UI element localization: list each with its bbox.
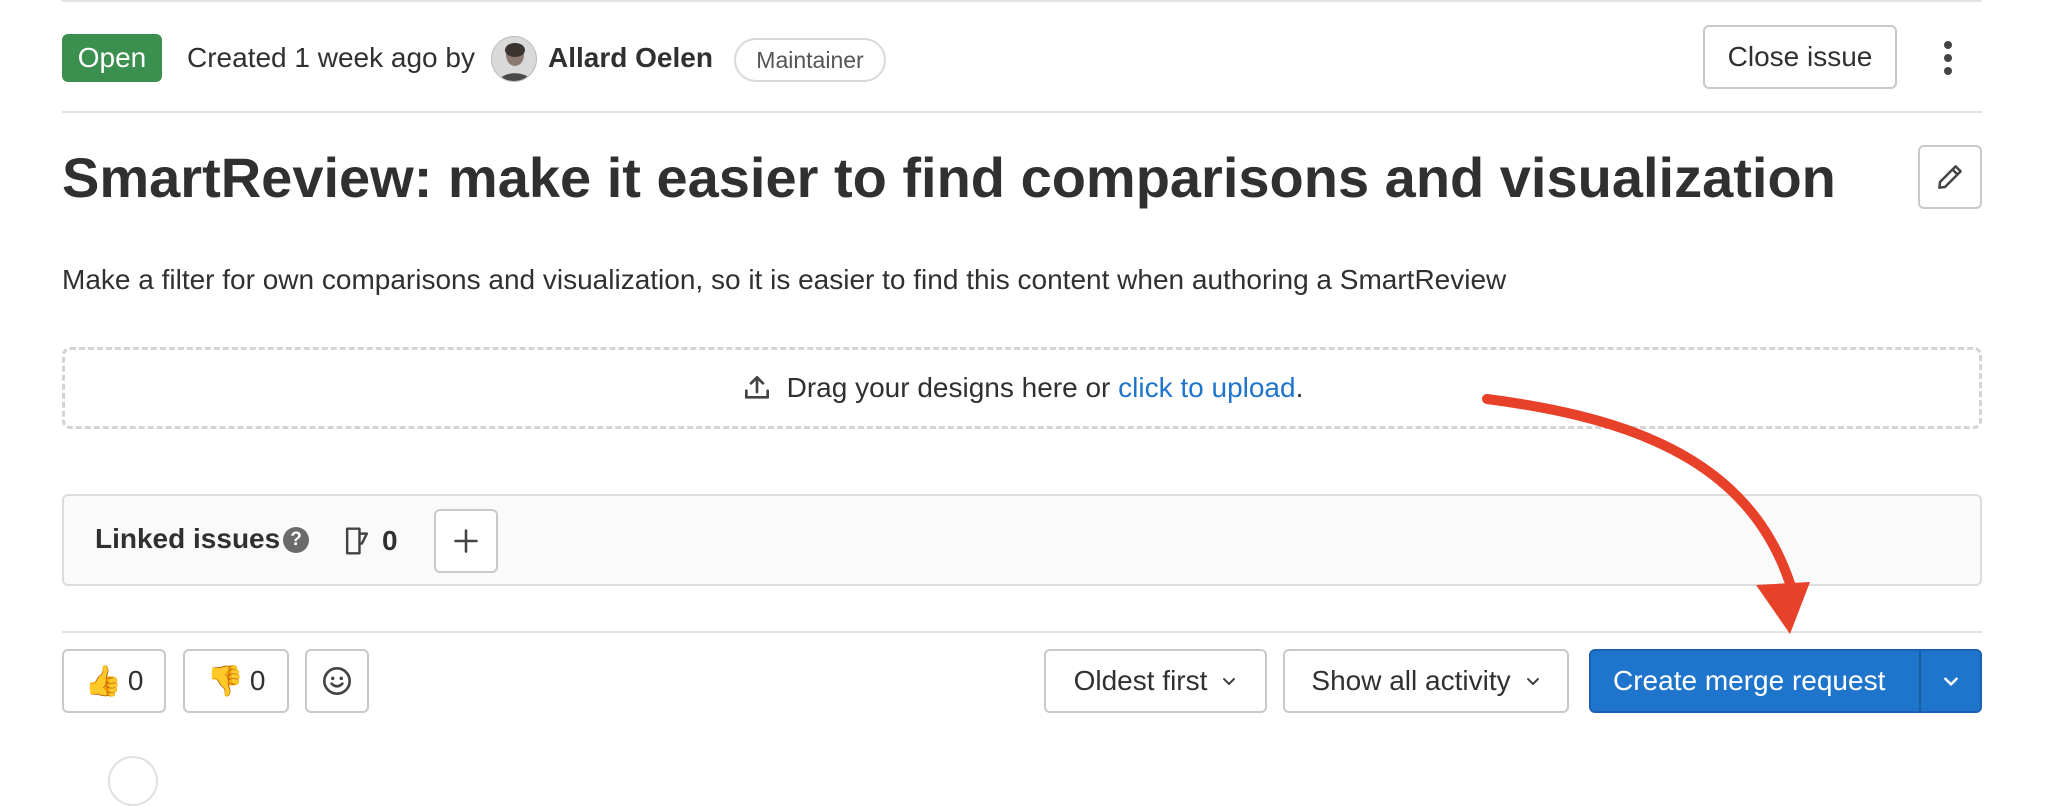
upload-icon bbox=[744, 376, 769, 399]
issue-description: Make a filter for own comparisons and vi… bbox=[62, 264, 1507, 295]
activity-divider bbox=[62, 631, 1982, 633]
activity-filter-dropdown[interactable]: Show all activity bbox=[1283, 649, 1569, 713]
smiley-icon bbox=[323, 667, 351, 695]
created-text: Created 1 week ago by bbox=[187, 42, 475, 73]
avatar-image bbox=[492, 37, 536, 81]
issues-icon bbox=[345, 527, 369, 555]
thumbs-down-count: 0 bbox=[249, 665, 266, 696]
chevron-down-icon bbox=[1943, 677, 1958, 686]
annotation-arrow-head bbox=[1756, 582, 1810, 634]
more-actions-button[interactable] bbox=[1926, 36, 1970, 80]
thumbs-up-icon: 👍 bbox=[84, 664, 122, 698]
dropzone-text: Drag your designs here or bbox=[786, 372, 1119, 403]
chevron-down-icon bbox=[1223, 678, 1236, 685]
design-dropzone[interactable]: Drag your designs here or click to uploa… bbox=[62, 347, 1982, 429]
author-name[interactable]: Allard Oelen bbox=[548, 40, 713, 76]
merge-request-options-toggle[interactable] bbox=[1921, 651, 1980, 711]
create-merge-request-split-button: Create merge request bbox=[1589, 649, 1982, 713]
help-icon[interactable]: ? bbox=[283, 527, 309, 553]
plus-icon bbox=[454, 529, 478, 553]
chevron-down-icon bbox=[1526, 678, 1539, 685]
activity-filter-label: Show all activity bbox=[1311, 665, 1511, 696]
top-divider bbox=[62, 0, 1982, 2]
kebab-icon bbox=[1944, 41, 1952, 75]
header-divider bbox=[62, 111, 1982, 113]
close-issue-button[interactable]: Close issue bbox=[1703, 25, 1897, 89]
dropzone-suffix: . bbox=[1295, 372, 1304, 403]
comment-avatar-partial bbox=[108, 756, 158, 806]
thumbs-down-icon: 👎 bbox=[206, 664, 244, 698]
add-reaction-button[interactable] bbox=[305, 649, 369, 713]
edit-title-button[interactable] bbox=[1918, 145, 1982, 209]
pencil-icon bbox=[1938, 165, 1962, 189]
thumbs-down-button[interactable]: 👎 0 bbox=[183, 649, 289, 713]
linked-issues-count: 0 bbox=[342, 523, 398, 559]
avatar[interactable] bbox=[491, 36, 537, 82]
linked-issues-title: Linked issues bbox=[95, 523, 281, 554]
role-badge: Maintainer bbox=[734, 38, 886, 82]
create-merge-request-button[interactable]: Create merge request bbox=[1613, 651, 1885, 711]
linked-issues-count-value: 0 bbox=[382, 525, 398, 556]
add-linked-issue-button[interactable] bbox=[434, 509, 498, 573]
issue-title: SmartReview: make it easier to find comp… bbox=[62, 146, 1836, 209]
upload-link[interactable]: click to upload bbox=[1118, 372, 1295, 404]
status-badge: Open bbox=[62, 34, 162, 82]
thumbs-up-button[interactable]: 👍 0 bbox=[62, 649, 166, 713]
sort-dropdown[interactable]: Oldest first bbox=[1044, 649, 1267, 713]
thumbs-up-count: 0 bbox=[127, 665, 144, 696]
sort-dropdown-label: Oldest first bbox=[1073, 665, 1208, 696]
